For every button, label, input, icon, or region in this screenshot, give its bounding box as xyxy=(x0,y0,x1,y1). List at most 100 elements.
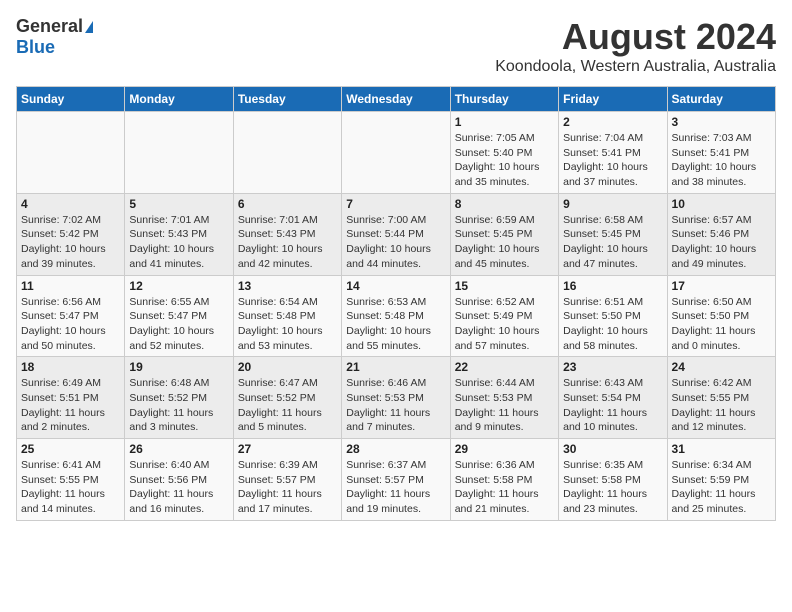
logo-general-text: General xyxy=(16,16,83,37)
day-detail: Sunrise: 6:52 AMSunset: 5:49 PMDaylight:… xyxy=(455,295,554,354)
day-detail: Sunrise: 6:47 AMSunset: 5:52 PMDaylight:… xyxy=(238,376,337,435)
calendar-week-2: 4Sunrise: 7:02 AMSunset: 5:42 PMDaylight… xyxy=(17,193,776,275)
calendar-cell: 21 Sunrise: 6:46 AMSunset: 5:53 PMDayligh… xyxy=(342,357,450,439)
day-detail: Sunrise: 6:57 AMSunset: 5:46 PMDaylight:… xyxy=(672,213,771,272)
calendar-header-tuesday: Tuesday xyxy=(233,87,341,112)
calendar-cell: 17Sunrise: 6:50 AMSunset: 5:50 PMDayligh… xyxy=(667,275,775,357)
calendar-week-5: 25 Sunrise: 6:41 AMSunset: 5:55 PMDayligh… xyxy=(17,439,776,521)
calendar-cell: 4Sunrise: 7:02 AMSunset: 5:42 PMDaylight… xyxy=(17,193,125,275)
title-area: August 2024 Koondoola, Western Australia… xyxy=(495,16,776,76)
day-detail: Sunrise: 6:44 AMSunset: 5:53 PMDaylight:… xyxy=(455,376,554,435)
day-detail: Sunrise: 6:34 AMSunset: 5:59 PMDaylight:… xyxy=(672,458,771,517)
day-detail: Sunrise: 6:41 AMSunset: 5:55 PMDaylight:… xyxy=(21,458,120,517)
day-number: 16 xyxy=(563,279,662,293)
day-number: 18 xyxy=(21,360,120,374)
day-detail: Sunrise: 6:49 AMSunset: 5:51 PMDaylight:… xyxy=(21,376,120,435)
calendar-cell: 26Sunrise: 6:40 AMSunset: 5:56 PMDayligh… xyxy=(125,439,233,521)
calendar-header-thursday: Thursday xyxy=(450,87,558,112)
calendar-cell: 13 Sunrise: 6:54 AMSunset: 5:48 PMDayligh… xyxy=(233,275,341,357)
calendar-week-3: 11Sunrise: 6:56 AMSunset: 5:47 PMDayligh… xyxy=(17,275,776,357)
calendar-cell: 23 Sunrise: 6:43 AMSunset: 5:54 PMDayligh… xyxy=(559,357,667,439)
day-detail: Sunrise: 6:39 AMSunset: 5:57 PMDaylight:… xyxy=(238,458,337,517)
calendar-cell xyxy=(17,112,125,194)
day-number: 15 xyxy=(455,279,554,293)
calendar-cell: 24Sunrise: 6:42 AMSunset: 5:55 PMDayligh… xyxy=(667,357,775,439)
calendar-header-monday: Monday xyxy=(125,87,233,112)
day-number: 9 xyxy=(563,197,662,211)
calendar-cell: 2 Sunrise: 7:04 AMSunset: 5:41 PMDaylight… xyxy=(559,112,667,194)
logo-blue-text: Blue xyxy=(16,37,55,58)
logo-icon xyxy=(85,21,93,33)
calendar-table: SundayMondayTuesdayWednesdayThursdayFrid… xyxy=(16,86,776,521)
calendar-cell: 11Sunrise: 6:56 AMSunset: 5:47 PMDayligh… xyxy=(17,275,125,357)
day-detail: Sunrise: 6:51 AMSunset: 5:50 PMDaylight:… xyxy=(563,295,662,354)
calendar-cell: 29 Sunrise: 6:36 AMSunset: 5:58 PMDayligh… xyxy=(450,439,558,521)
day-detail: Sunrise: 6:53 AMSunset: 5:48 PMDaylight:… xyxy=(346,295,445,354)
day-number: 29 xyxy=(455,442,554,456)
calendar-cell: 7 Sunrise: 7:00 AMSunset: 5:44 PMDaylight… xyxy=(342,193,450,275)
calendar-cell: 19Sunrise: 6:48 AMSunset: 5:52 PMDayligh… xyxy=(125,357,233,439)
calendar-cell xyxy=(342,112,450,194)
header: General Blue August 2024 Koondoola, West… xyxy=(16,16,776,76)
day-detail: Sunrise: 6:56 AMSunset: 5:47 PMDaylight:… xyxy=(21,295,120,354)
day-number: 12 xyxy=(129,279,228,293)
calendar-header-sunday: Sunday xyxy=(17,87,125,112)
day-detail: Sunrise: 6:43 AMSunset: 5:54 PMDaylight:… xyxy=(563,376,662,435)
calendar-cell: 20 Sunrise: 6:47 AMSunset: 5:52 PMDayligh… xyxy=(233,357,341,439)
calendar-week-4: 18 Sunrise: 6:49 AMSunset: 5:51 PMDayligh… xyxy=(17,357,776,439)
day-detail: Sunrise: 6:36 AMSunset: 5:58 PMDaylight:… xyxy=(455,458,554,517)
day-number: 28 xyxy=(346,442,445,456)
day-detail: Sunrise: 6:35 AMSunset: 5:58 PMDaylight:… xyxy=(563,458,662,517)
day-detail: Sunrise: 7:01 AMSunset: 5:43 PMDaylight:… xyxy=(129,213,228,272)
day-number: 19 xyxy=(129,360,228,374)
day-number: 25 xyxy=(21,442,120,456)
calendar-cell: 3Sunrise: 7:03 AMSunset: 5:41 PMDaylight… xyxy=(667,112,775,194)
day-detail: Sunrise: 6:50 AMSunset: 5:50 PMDaylight:… xyxy=(672,295,771,354)
day-number: 27 xyxy=(238,442,337,456)
calendar-cell: 1Sunrise: 7:05 AMSunset: 5:40 PMDaylight… xyxy=(450,112,558,194)
calendar-cell: 25 Sunrise: 6:41 AMSunset: 5:55 PMDayligh… xyxy=(17,439,125,521)
calendar-cell: 9Sunrise: 6:58 AMSunset: 5:45 PMDaylight… xyxy=(559,193,667,275)
day-detail: Sunrise: 6:46 AMSunset: 5:53 PMDaylight:… xyxy=(346,376,445,435)
calendar-week-1: 1Sunrise: 7:05 AMSunset: 5:40 PMDaylight… xyxy=(17,112,776,194)
day-number: 5 xyxy=(129,197,228,211)
day-detail: Sunrise: 7:04 AMSunset: 5:41 PMDaylight:… xyxy=(563,131,662,190)
calendar-header-saturday: Saturday xyxy=(667,87,775,112)
day-detail: Sunrise: 7:00 AMSunset: 5:44 PMDaylight:… xyxy=(346,213,445,272)
calendar-cell: 15 Sunrise: 6:52 AMSunset: 5:49 PMDayligh… xyxy=(450,275,558,357)
calendar-cell: 30Sunrise: 6:35 AMSunset: 5:58 PMDayligh… xyxy=(559,439,667,521)
calendar-cell: 10 Sunrise: 6:57 AMSunset: 5:46 PMDayligh… xyxy=(667,193,775,275)
calendar-cell: 18 Sunrise: 6:49 AMSunset: 5:51 PMDayligh… xyxy=(17,357,125,439)
calendar-cell: 16 Sunrise: 6:51 AMSunset: 5:50 PMDayligh… xyxy=(559,275,667,357)
day-number: 7 xyxy=(346,197,445,211)
calendar-cell: 14 Sunrise: 6:53 AMSunset: 5:48 PMDayligh… xyxy=(342,275,450,357)
day-number: 6 xyxy=(238,197,337,211)
calendar-header-row: SundayMondayTuesdayWednesdayThursdayFrid… xyxy=(17,87,776,112)
day-number: 22 xyxy=(455,360,554,374)
day-number: 14 xyxy=(346,279,445,293)
day-number: 23 xyxy=(563,360,662,374)
page-title: August 2024 xyxy=(495,16,776,58)
day-number: 26 xyxy=(129,442,228,456)
day-detail: Sunrise: 6:59 AMSunset: 5:45 PMDaylight:… xyxy=(455,213,554,272)
calendar-cell: 6Sunrise: 7:01 AMSunset: 5:43 PMDaylight… xyxy=(233,193,341,275)
day-detail: Sunrise: 7:05 AMSunset: 5:40 PMDaylight:… xyxy=(455,131,554,190)
calendar-header-friday: Friday xyxy=(559,87,667,112)
calendar-cell xyxy=(233,112,341,194)
calendar-cell: 12 Sunrise: 6:55 AMSunset: 5:47 PMDayligh… xyxy=(125,275,233,357)
calendar-cell: 28Sunrise: 6:37 AMSunset: 5:57 PMDayligh… xyxy=(342,439,450,521)
day-number: 21 xyxy=(346,360,445,374)
day-number: 13 xyxy=(238,279,337,293)
day-number: 2 xyxy=(563,115,662,129)
day-detail: Sunrise: 6:55 AMSunset: 5:47 PMDaylight:… xyxy=(129,295,228,354)
calendar-cell: 31 Sunrise: 6:34 AMSunset: 5:59 PMDayligh… xyxy=(667,439,775,521)
day-number: 31 xyxy=(672,442,771,456)
day-number: 24 xyxy=(672,360,771,374)
calendar-cell xyxy=(125,112,233,194)
day-detail: Sunrise: 7:02 AMSunset: 5:42 PMDaylight:… xyxy=(21,213,120,272)
calendar-cell: 8Sunrise: 6:59 AMSunset: 5:45 PMDaylight… xyxy=(450,193,558,275)
day-number: 20 xyxy=(238,360,337,374)
day-detail: Sunrise: 7:03 AMSunset: 5:41 PMDaylight:… xyxy=(672,131,771,190)
day-number: 10 xyxy=(672,197,771,211)
day-detail: Sunrise: 6:54 AMSunset: 5:48 PMDaylight:… xyxy=(238,295,337,354)
